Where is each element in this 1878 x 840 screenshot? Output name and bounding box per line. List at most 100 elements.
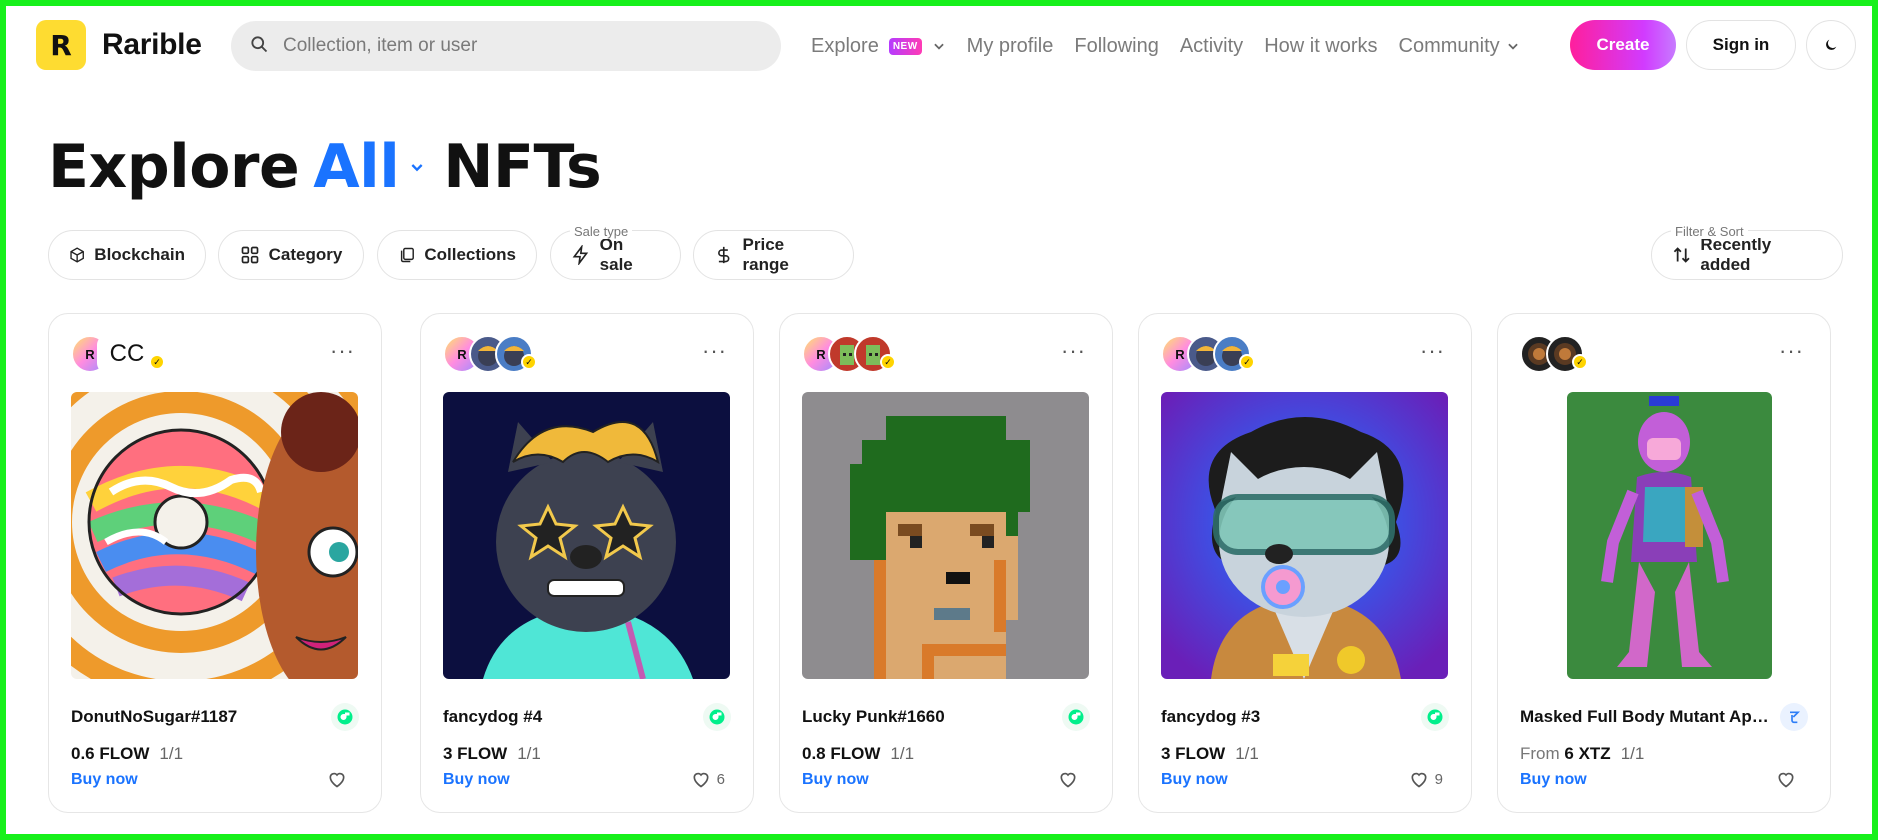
title-prefix: Explore [48, 132, 300, 202]
nav-my-profile[interactable]: My profile [967, 35, 1054, 58]
price-value: 0.6 FLOW [71, 744, 150, 763]
sort-value: Recently added [1700, 235, 1772, 274]
nft-image[interactable] [1161, 392, 1448, 679]
lightning-icon [572, 245, 589, 265]
verified-icon: ✓ [521, 354, 537, 370]
title-category-select[interactable]: All [313, 132, 400, 202]
card-title[interactable]: fancydog #4 [443, 707, 693, 727]
new-badge: NEW [888, 37, 922, 55]
card-price: 3 FLOW 1/1 [1161, 744, 1259, 764]
nft-card[interactable]: ✓ ··· Masked Full Body Mutant Ape ... Fr… [1497, 313, 1831, 813]
like-button[interactable]: 6 [691, 769, 725, 789]
grid-icon [241, 246, 258, 264]
heart-icon [1411, 772, 1427, 788]
buy-now-link[interactable]: Buy now [71, 771, 138, 789]
price-range-filter[interactable]: Price range [693, 230, 854, 280]
card-price: 0.6 FLOW 1/1 [71, 744, 183, 764]
sign-in-button[interactable]: Sign in [1686, 20, 1796, 70]
brand-logo[interactable]: R Rarible [36, 20, 202, 70]
price-value: 3 FLOW [443, 744, 508, 763]
more-options-icon[interactable]: ··· [330, 340, 355, 362]
nft-card[interactable]: R ✓ ··· Lucky Punk#1660 0.8 FLOW 1/1 Buy… [779, 313, 1113, 813]
flow-icon [1062, 703, 1090, 731]
buy-now-link[interactable]: Buy now [802, 771, 869, 789]
title-suffix: NFTs [443, 132, 602, 202]
nft-card[interactable]: R ✓ ··· fancydog #4 3 FLOW 1/1 Buy now 6 [420, 313, 754, 813]
card-avatars: R [443, 335, 533, 373]
nft-image[interactable] [1567, 392, 1772, 679]
edition-count: 1/1 [1620, 744, 1645, 763]
edition-count: 1/1 [517, 744, 541, 763]
nft-card[interactable]: R ✓ ··· fancydog #3 3 FLOW 1/1 Buy now 9 [1138, 313, 1472, 813]
nav-explore-label: Explore [811, 34, 879, 57]
nft-image[interactable] [802, 392, 1089, 679]
flow-icon [1421, 703, 1449, 731]
collections-filter-label: Collections [424, 245, 516, 264]
verified-icon: ✓ [880, 354, 896, 370]
collection-avatar[interactable]: CC [97, 335, 157, 373]
card-price: 0.8 FLOW 1/1 [802, 744, 914, 764]
buy-now-link[interactable]: Buy now [1520, 771, 1587, 789]
category-filter-label: Category [268, 245, 343, 264]
theme-toggle[interactable] [1806, 20, 1856, 70]
nav-activity[interactable]: Activity [1180, 35, 1243, 58]
card-title[interactable]: DonutNoSugar#1187 [71, 707, 321, 727]
buy-now-link[interactable]: Buy now [443, 771, 510, 789]
chevron-down-icon [1507, 43, 1518, 50]
price-prefix: From [1520, 744, 1560, 763]
card-avatars: R [1161, 335, 1251, 373]
brand-name: Rarible [102, 28, 202, 61]
tezos-icon [1780, 703, 1808, 731]
sale-type-label: Sale type [570, 224, 633, 239]
card-title[interactable]: Lucky Punk#1660 [802, 707, 1052, 727]
search-icon [249, 34, 269, 59]
more-options-icon[interactable]: ··· [702, 340, 727, 362]
price-range-label: Price range [742, 235, 789, 274]
more-options-icon[interactable]: ··· [1061, 340, 1086, 362]
heart-icon [1778, 772, 1794, 788]
sort-arrows-icon [1673, 247, 1690, 263]
category-filter[interactable]: Category [218, 230, 364, 280]
flow-icon [331, 703, 359, 731]
like-count: 9 [1434, 770, 1443, 788]
blockchain-filter[interactable]: Blockchain [48, 230, 206, 280]
edition-count: 1/1 [890, 744, 915, 763]
collections-icon [400, 247, 414, 263]
card-title[interactable]: Masked Full Body Mutant Ape ... [1520, 707, 1770, 727]
heart-icon [693, 772, 709, 788]
price-value: 3 FLOW [1161, 744, 1226, 763]
search-box[interactable] [231, 21, 781, 71]
card-price: 3 FLOW 1/1 [443, 744, 541, 764]
like-button[interactable] [1776, 769, 1802, 789]
like-button[interactable]: 9 [1409, 769, 1443, 789]
verified-icon: ✓ [1572, 354, 1588, 370]
create-button[interactable]: Create [1570, 20, 1676, 70]
verified-icon: ✓ [149, 354, 165, 370]
buy-now-link[interactable]: Buy now [1161, 771, 1228, 789]
collections-filter[interactable]: Collections [377, 230, 537, 280]
chevron-down-icon[interactable] [409, 159, 425, 175]
dollar-icon [718, 246, 730, 264]
search-input[interactable] [283, 35, 753, 57]
nav-how-it-works[interactable]: How it works [1264, 35, 1377, 58]
nav-explore[interactable]: Explore NEW [811, 35, 946, 58]
nft-card[interactable]: R CC ✓ ··· DonutNoSugar#1187 0.6 FLOW 1/… [48, 313, 382, 813]
like-button[interactable] [1058, 769, 1084, 789]
nft-image[interactable] [443, 392, 730, 679]
heart-icon [329, 772, 345, 788]
card-title[interactable]: fancydog #3 [1161, 707, 1411, 727]
like-button[interactable] [327, 769, 353, 789]
moon-icon [1826, 39, 1837, 50]
card-avatars [1520, 335, 1584, 373]
nav-community[interactable]: Community [1399, 35, 1520, 58]
more-options-icon[interactable]: ··· [1779, 340, 1804, 362]
like-count: 6 [716, 770, 725, 788]
nav-following[interactable]: Following [1074, 35, 1158, 58]
sale-type-value: On sale [599, 235, 633, 274]
edition-count: 1/1 [1235, 744, 1259, 763]
card-avatars: R CC [71, 335, 157, 373]
nav-community-label: Community [1398, 34, 1500, 57]
more-options-icon[interactable]: ··· [1420, 340, 1445, 362]
nft-image[interactable] [71, 392, 358, 679]
heart-icon [1060, 772, 1076, 788]
